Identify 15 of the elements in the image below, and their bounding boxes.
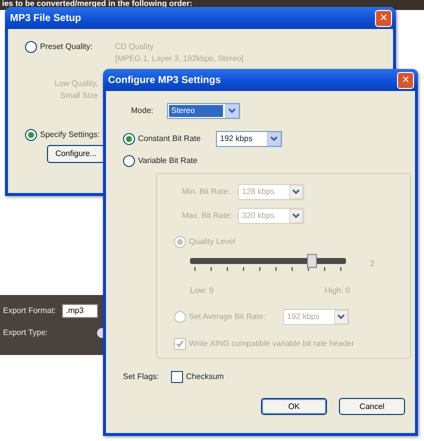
preset-text: [MPEG 1, Layer 3, 192kbps, Stereo] <box>115 53 244 65</box>
field-label: Min. Bit Rate: <box>182 186 230 198</box>
scale-label: High: 0 <box>324 285 350 297</box>
preset-text: CD Quality <box>115 41 155 53</box>
slider-value: 2 <box>370 258 374 270</box>
field-label: Mode: <box>131 105 154 117</box>
quality-label: Small Size <box>59 90 98 102</box>
field-label: Set Flags: <box>123 371 160 383</box>
window-title: Configure MP3 Settings <box>108 74 222 88</box>
window-title: MP3 File Setup <box>10 12 82 26</box>
field-label: Max. Bit Rate: <box>182 210 230 222</box>
scale-label: Low: 9 <box>190 285 214 297</box>
quality-label: Low Quality, <box>54 78 98 90</box>
field-label: Export Format: <box>3 305 56 317</box>
field-label: Export Type: <box>3 327 48 339</box>
